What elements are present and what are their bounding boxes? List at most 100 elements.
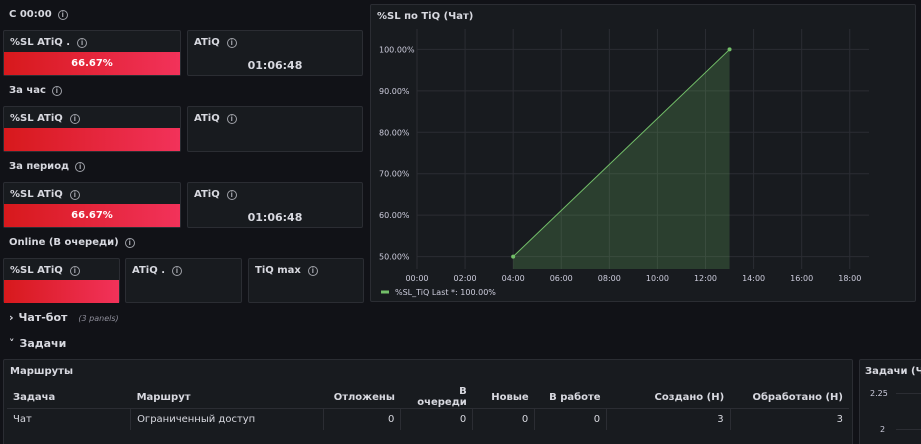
row-title-label: За период (9, 161, 70, 172)
column-header[interactable]: В работе (535, 386, 607, 409)
info-icon[interactable]: i (69, 113, 80, 124)
info-icon[interactable]: i (226, 37, 237, 48)
x-tick-label: 14:00 (742, 274, 765, 283)
stat-value-atiq: 01:06:48 (247, 59, 303, 72)
y-tick-label: 50.00% (379, 253, 410, 262)
stat-bar-empty (4, 128, 180, 151)
data-point (511, 254, 516, 259)
x-tick-label: 08:00 (598, 274, 621, 283)
routes-table: Задача Маршрут Отложены В очереди Новые … (7, 386, 849, 430)
row-title-label: С 00:00 (9, 9, 52, 20)
x-tick-label: 16:00 (790, 274, 813, 283)
stat-value-sl: 66.67% (4, 204, 180, 227)
stat-panel-sl-per-hour: %SL ATiQ i (3, 106, 181, 152)
column-header[interactable]: Маршрут (131, 386, 324, 409)
stat-panel-sl-since-midnight: %SL ATiQ . i 66.67% (3, 30, 181, 76)
row-tasks[interactable]: ˅ Задачи (9, 337, 66, 350)
stat-panel-atiq-per-period: ATiQ i 01:06:48 (187, 182, 363, 228)
chart-panel: %SL по TiQ (Чат) 100.00% 90.00% 80.00% 70.0… (370, 4, 916, 302)
stat-panel-atiq-per-hour: ATiQ i (187, 106, 363, 152)
x-tick-label: 00:00 (405, 274, 428, 283)
stat-value-atiq: 01:06:48 (247, 211, 303, 224)
table-cell: Ограниченный доступ (130, 408, 324, 430)
panel-title: %SL ATiQ (10, 113, 63, 124)
y-tick-label: 90.00% (379, 87, 410, 96)
table-cell: Чат (13, 413, 32, 425)
table-cell: 3 (606, 408, 731, 430)
info-icon[interactable]: i (69, 189, 80, 200)
tasks-chat-panel: Задачи (Чат) 2.25 2 (859, 359, 921, 444)
stat-panel-sl-online: %SL ATiQ i (3, 258, 120, 303)
data-point (727, 47, 732, 52)
row-chatbot-title: Чат-бот (18, 311, 68, 324)
table-row: Чат Ограниченный доступ 0 0 0 0 3 3 (7, 408, 849, 430)
y-tick-label: 2.25 (870, 389, 888, 398)
stat-panel-atiq-since-midnight: ATiQ i 01:06:48 (187, 30, 363, 76)
row-title-since-midnight[interactable]: С 00:00 i (9, 9, 68, 20)
info-icon[interactable]: i (57, 9, 68, 20)
grid-line (896, 429, 921, 430)
table-cell: 0 (472, 408, 535, 430)
x-tick-label: 18:00 (838, 274, 861, 283)
x-tick-label: 06:00 (550, 274, 573, 283)
panel-title: Маршруты (10, 366, 73, 377)
panel-title: TiQ max (255, 265, 301, 276)
row-title-label: Online (В очереди) (9, 237, 119, 248)
chevron-down-icon: ˅ (9, 337, 15, 350)
column-header[interactable]: Задача (7, 386, 131, 409)
routes-table-wrap: Задача Маршрут Отложены В очереди Новые … (7, 386, 849, 430)
chevron-right-icon: › (9, 311, 14, 324)
row-chatbot[interactable]: › Чат-бот (3 panels) (9, 311, 119, 324)
stat-bar-empty (4, 280, 119, 303)
y-tick-label: 70.00% (379, 170, 410, 179)
stat-panel-sl-per-period: %SL ATiQ i 66.67% (3, 182, 181, 228)
table-cell: 0 (323, 408, 401, 430)
series-area (513, 49, 730, 269)
info-icon[interactable]: i (51, 85, 62, 96)
panel-title: Задачи (Чат) (865, 366, 921, 377)
info-icon[interactable]: i (75, 161, 86, 172)
row-title-label: За час (9, 85, 46, 96)
routes-panel: Маршруты Задача Маршрут Отложены В очере… (3, 359, 853, 444)
panel-title: %SL ATiQ (10, 189, 63, 200)
row-tasks-title: Задачи (19, 337, 67, 350)
info-icon[interactable]: i (172, 265, 182, 276)
column-header[interactable]: Отложены (324, 386, 401, 409)
panel-title: ATiQ (194, 37, 220, 48)
stat-panel-tiq-max: TiQ max i (248, 258, 364, 303)
row-title-per-period[interactable]: За период i (9, 161, 86, 172)
row-title-per-hour[interactable]: За час i (9, 85, 62, 96)
x-tick-label: 10:00 (646, 274, 669, 283)
grid-line (896, 393, 921, 394)
table-header-row: Задача Маршрут Отложены В очереди Новые … (7, 386, 849, 409)
table-cell: 0 (400, 408, 473, 430)
info-icon[interactable]: i (124, 237, 135, 248)
stat-panel-atiq-online: ATiQ . i (125, 258, 242, 303)
column-header[interactable]: Новые (473, 386, 535, 409)
panel-title: ATiQ . (132, 265, 165, 276)
x-tick-label: 12:00 (694, 274, 717, 283)
y-tick-label: 80.00% (379, 128, 410, 137)
x-tick-label: 04:00 (502, 274, 525, 283)
chart-svg: 100.00% 90.00% 80.00% 70.00% 60.00% 50.00% 00:… (379, 29, 869, 297)
panel-title: %SL ATiQ . (10, 37, 71, 48)
column-header[interactable]: В очереди (401, 386, 473, 409)
column-header[interactable]: Обработано (Н) (730, 386, 849, 409)
stat-value-sl: 66.67% (4, 52, 180, 75)
info-icon[interactable]: i (226, 189, 237, 200)
y-tick-label: 100.00% (379, 45, 415, 54)
info-icon[interactable]: i (69, 265, 80, 276)
y-tick-label: 2 (880, 425, 886, 434)
x-tick-label: 02:00 (454, 274, 477, 283)
column-header[interactable]: Создано (Н) (607, 386, 731, 409)
info-icon[interactable]: i (307, 265, 318, 276)
panel-title: ATiQ (194, 113, 220, 124)
table-cell: 0 (534, 408, 607, 430)
table-cell: 3 (729, 408, 849, 430)
row-title-online[interactable]: Online (В очереди) i (9, 237, 135, 248)
legend-entry: %SL_TiQ Last *: 100.00% (395, 288, 496, 297)
panel-title: ATiQ (194, 189, 220, 200)
info-icon[interactable]: i (77, 37, 88, 48)
info-icon[interactable]: i (226, 113, 237, 124)
row-chatbot-count: (3 panels) (78, 314, 119, 323)
